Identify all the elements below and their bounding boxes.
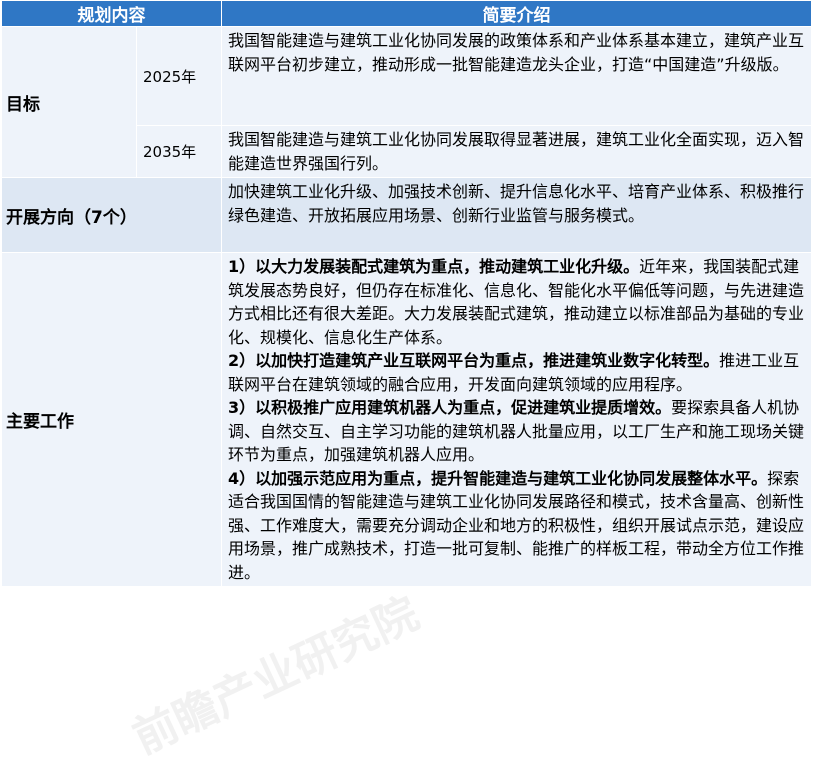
goal-text-2035: 我国智能建造与建筑工业化协同发展取得显著进展，建筑工业化全面实现，迈入智能建造世…	[221, 125, 812, 178]
work-item: 4）以加强示范应用为重点，提升智能建造与建筑工业化协同发展整体水平。探索适合我国…	[228, 467, 805, 585]
goal-year-2035: 2035年	[136, 125, 222, 178]
work-item-title: 3）以积极推广应用建筑机器人为重点，促进建筑业提质增效。	[228, 398, 672, 417]
work-item-title: 4）以加强示范应用为重点，提升智能建造与建筑工业化协同发展整体水平。	[228, 468, 768, 488]
direction-label: 开展方向（7个）	[1, 177, 222, 253]
work-item: 3）以积极推广应用建筑机器人为重点，促进建筑业提质增效。要探索具备人机协调、自然…	[228, 396, 805, 467]
goal-text-2025: 我国智能建造与建筑工业化协同发展的政策体系和产业体系基本建立，建筑产业互联网平台…	[221, 26, 812, 126]
header-brief-intro: 简要介绍	[221, 0, 812, 27]
work-item-title: 2）以加快打造建筑产业互联网平台为重点，推进建筑业数字化转型。	[228, 351, 720, 370]
goal-label: 目标	[1, 26, 137, 178]
work-item: 2）以加快打造建筑产业互联网平台为重点，推进建筑业数字化转型。推进工业互联网平台…	[228, 349, 805, 396]
header-planning-content: 规划内容	[1, 0, 222, 27]
watermark-text: 前瞻产业研究院	[125, 587, 427, 765]
work-text: 1）以大力发展装配式建筑为重点，推动建筑工业化升级。近年来，我国装配式建筑发展态…	[221, 252, 812, 587]
table-row: 主要工作 1）以大力发展装配式建筑为重点，推动建筑工业化升级。近年来，我国装配式…	[1, 252, 812, 587]
goal-year-2025: 2025年	[136, 26, 222, 126]
work-item-title: 1）以大力发展装配式建筑为重点，推动建筑工业化升级。	[228, 257, 640, 276]
work-item: 1）以大力发展装配式建筑为重点，推动建筑工业化升级。近年来，我国装配式建筑发展态…	[228, 255, 805, 349]
work-label: 主要工作	[1, 252, 222, 587]
table-row: 开展方向（7个） 加快建筑工业化升级、加强技术创新、提升信息化水平、培育产业体系…	[1, 177, 812, 253]
direction-text: 加快建筑工业化升级、加强技术创新、提升信息化水平、培育产业体系、积极推行绿色建造…	[221, 177, 812, 253]
table-header-row: 规划内容 简要介绍	[1, 0, 812, 27]
planning-table: 规划内容 简要介绍 目标 2025年 我国智能建造与建筑工业化协同发展的政策体系…	[1, 0, 812, 587]
table-row: 目标 2025年 我国智能建造与建筑工业化协同发展的政策体系和产业体系基本建立，…	[1, 26, 812, 178]
